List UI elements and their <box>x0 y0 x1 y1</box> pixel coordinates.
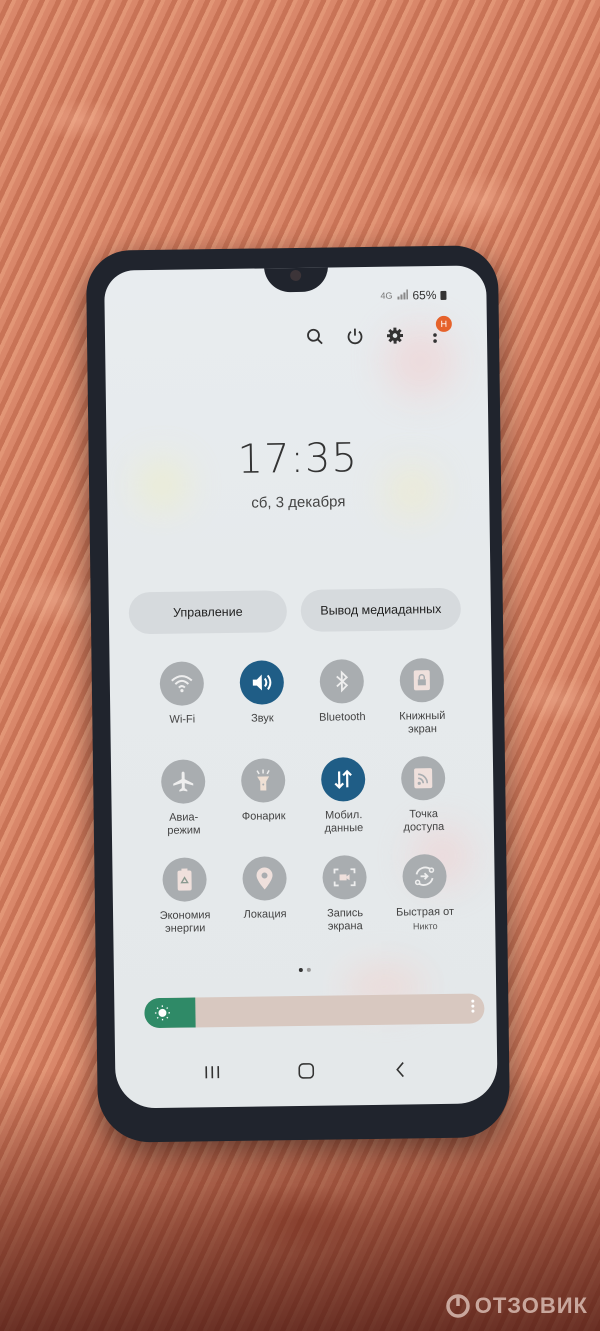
back-button[interactable] <box>385 1056 415 1082</box>
power-saving-icon <box>162 857 207 902</box>
tile-power-saving[interactable]: Экономия энергии <box>144 857 225 936</box>
tile-label: Звук <box>250 712 274 725</box>
camera-notch <box>264 265 329 293</box>
quick-settings-grid: Wi-Fi Звук Bluetooth Книжный экран Авиа-… <box>142 657 466 936</box>
tile-label: Мобил. данные <box>324 809 364 835</box>
page-dot-active[interactable] <box>298 967 303 973</box>
page-indicator <box>114 965 496 974</box>
tile-mobile-data[interactable]: Мобил. данные <box>303 757 384 836</box>
tile-label: Точка доступа <box>403 808 445 834</box>
navigation-bar <box>115 1055 497 1086</box>
home-button[interactable] <box>291 1058 321 1084</box>
device-control-button[interactable]: Управление <box>128 590 288 635</box>
notification-badge: H <box>435 315 452 333</box>
panel-toolbar: H <box>295 315 455 352</box>
tile-label: Экономия энергии <box>159 909 211 935</box>
recent-apps-button[interactable] <box>197 1059 227 1085</box>
mobile-data-icon <box>320 757 366 802</box>
search-icon <box>307 328 323 345</box>
bluetooth-icon <box>319 659 365 704</box>
clock-time: 17:35 <box>237 435 359 483</box>
power-button[interactable] <box>335 321 375 352</box>
home-icon <box>298 1063 315 1079</box>
quick-share-icon <box>402 853 447 899</box>
portrait-lock-icon <box>399 657 445 703</box>
tile-label: Bluetooth <box>318 711 366 724</box>
sound-icon <box>239 660 285 705</box>
page-dot[interactable] <box>306 967 311 972</box>
tile-label: Запись экрана <box>326 907 364 933</box>
phone-screen: 4G 65% H 17:35 сб, 3 декабря Управление … <box>104 265 498 1109</box>
tile-sound[interactable]: Звук <box>222 660 303 739</box>
brightness-more-icon[interactable] <box>471 999 475 1013</box>
phone-body: 4G 65% H 17:35 сб, 3 декабря Управление … <box>85 245 511 1143</box>
status-bar: 4G 65% <box>380 288 447 303</box>
tile-screen-record[interactable]: Запись экрана <box>304 855 385 934</box>
tile-flashlight[interactable]: Фонарик <box>223 758 304 837</box>
tile-label: Wi-Fi <box>169 713 196 726</box>
tile-label: Фонарик <box>241 810 286 823</box>
back-icon <box>396 1062 404 1078</box>
power-icon <box>347 328 363 345</box>
tile-quick-share[interactable]: Быстрая от Никто <box>384 853 465 933</box>
tile-sublabel: Никто <box>412 921 438 932</box>
otzovik-logo-icon <box>445 1294 470 1318</box>
location-icon <box>242 856 287 901</box>
front-camera <box>290 269 302 282</box>
media-output-button[interactable]: Вывод медиаданных <box>300 587 462 632</box>
network-type: 4G <box>380 290 393 301</box>
more-options-button[interactable]: H <box>415 315 455 351</box>
brightness-icon <box>154 1005 170 1026</box>
screen-record-icon <box>322 855 367 900</box>
wifi-icon <box>159 661 205 706</box>
watermark-logo: ОТЗОВИК <box>445 1293 588 1319</box>
battery-percent: 65% <box>412 288 437 303</box>
watermark-text: ОТЗОВИК <box>474 1293 588 1318</box>
tile-airplane[interactable]: Авиа- режим <box>143 759 224 838</box>
airplane-icon <box>160 759 206 804</box>
gear-icon <box>386 327 404 344</box>
tile-wifi[interactable]: Wi-Fi <box>142 661 223 740</box>
tile-label: Локация <box>243 908 287 921</box>
signal-icon <box>396 288 408 302</box>
search-button[interactable] <box>295 321 335 352</box>
tile-hotspot[interactable]: Точка доступа <box>383 755 464 835</box>
tile-label: Авиа- режим <box>167 811 201 837</box>
tile-portrait[interactable]: Книжный экран <box>382 657 463 737</box>
hotspot-icon <box>400 755 446 801</box>
brightness-slider[interactable] <box>144 993 485 1029</box>
recent-apps-icon <box>205 1066 220 1079</box>
tile-location[interactable]: Локация <box>224 856 305 935</box>
flashlight-icon <box>240 758 286 803</box>
tile-label: Быстрая от <box>396 905 455 919</box>
battery-icon <box>440 290 447 300</box>
tile-bluetooth[interactable]: Bluetooth <box>302 659 383 738</box>
tile-label: Книжный экран <box>399 709 446 736</box>
settings-button[interactable] <box>375 320 415 351</box>
